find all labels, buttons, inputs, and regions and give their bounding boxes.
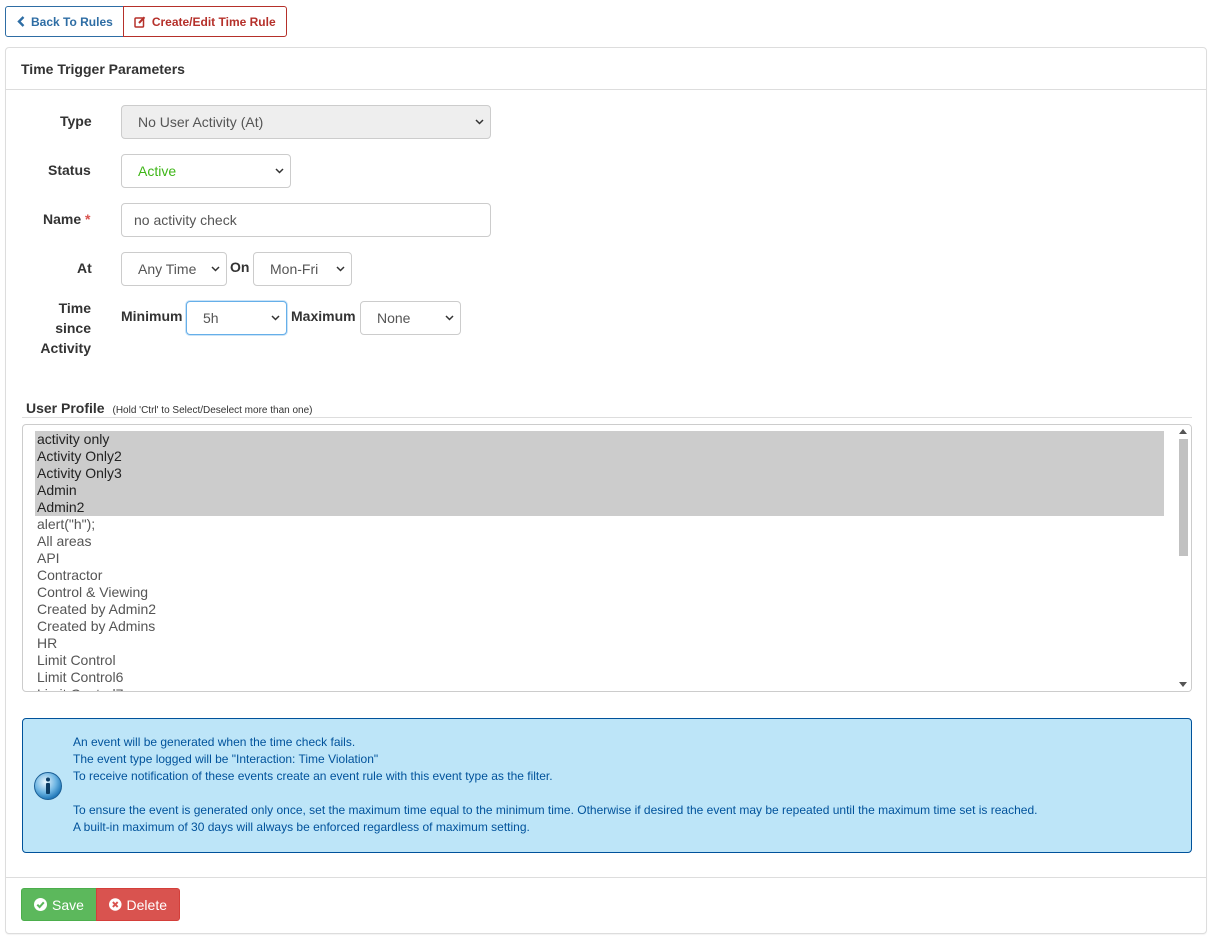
name-input-value: no activity check <box>134 212 237 228</box>
list-item[interactable]: Created by Admins <box>35 618 1164 635</box>
minimum-select[interactable]: 5h <box>186 301 287 335</box>
name-label: Name * <box>43 211 91 227</box>
chevron-down-icon <box>336 266 345 272</box>
list-item[interactable]: activity only <box>35 431 1164 448</box>
list-item[interactable]: Control & Viewing <box>35 584 1164 601</box>
divider <box>22 417 1192 418</box>
info-line <box>73 785 1037 802</box>
list-item[interactable]: All areas <box>35 533 1164 550</box>
top-toolbar: Back To Rules Create/Edit Time Rule <box>5 6 287 37</box>
list-item[interactable]: Created by Admin2 <box>35 601 1164 618</box>
chevron-down-icon <box>211 266 220 272</box>
create-edit-time-rule-button[interactable]: Create/Edit Time Rule <box>122 6 287 37</box>
check-circle-icon <box>34 898 47 911</box>
type-select[interactable]: No User Activity (At) <box>121 105 491 139</box>
list-item[interactable]: Limit Control6 <box>35 669 1164 686</box>
info-alert: An event will be generated when the time… <box>22 718 1192 853</box>
time-trigger-panel: Time Trigger Parameters Type No User Act… <box>5 47 1207 934</box>
chevron-left-icon <box>17 16 25 27</box>
info-line: An event will be generated when the time… <box>73 735 356 749</box>
type-select-value: No User Activity (At) <box>138 114 264 130</box>
times-circle-icon <box>109 898 122 911</box>
required-asterisk: * <box>85 211 91 227</box>
chevron-down-icon <box>475 119 484 125</box>
status-select-value: Active <box>138 163 177 179</box>
list-item[interactable]: Limit Control <box>35 652 1164 669</box>
chevron-down-icon <box>275 168 284 174</box>
panel-title: Time Trigger Parameters <box>6 48 1206 90</box>
time-since-activity-label: Time since Activity <box>40 300 91 356</box>
list-item[interactable]: Activity Only2 <box>35 448 1164 465</box>
status-label: Status <box>48 162 91 178</box>
scroll-down-arrow-icon[interactable] <box>1179 682 1187 687</box>
list-item[interactable]: HR <box>35 635 1164 652</box>
list-item[interactable]: API <box>35 550 1164 567</box>
listbox-scrollbar[interactable] <box>1176 425 1191 691</box>
user-profile-list: activity only Activity Only2 Activity Only… <box>23 425 1191 691</box>
chevron-down-icon <box>445 315 454 321</box>
scrollbar-thumb[interactable] <box>1179 439 1188 556</box>
user-profile-listbox[interactable]: activity only Activity Only2 Activity Only… <box>22 424 1192 692</box>
maximum-select-value: None <box>377 310 411 326</box>
user-profile-hint: (Hold 'Ctrl' to Select/Deselect more tha… <box>112 405 313 416</box>
info-line: The event type logged will be "Interacti… <box>73 752 379 766</box>
delete-button[interactable]: Delete <box>96 888 180 921</box>
chevron-down-icon <box>271 315 280 321</box>
minimum-select-value: 5h <box>203 310 219 326</box>
list-item[interactable]: Admin2 <box>35 499 1164 516</box>
user-profile-title: User Profile <box>26 400 105 416</box>
user-profile-heading: User Profile (Hold 'Ctrl' to Select/Dese… <box>26 400 1196 418</box>
create-edit-time-rule-label: Create/Edit Time Rule <box>151 14 276 29</box>
on-label: On <box>230 259 250 275</box>
save-button[interactable]: Save <box>21 888 97 921</box>
edit-icon <box>134 16 146 28</box>
info-line: To receive notification of these events … <box>73 769 553 783</box>
delete-label: Delete <box>126 896 167 913</box>
scroll-up-arrow-icon[interactable] <box>1179 429 1187 434</box>
at-label: At <box>77 260 92 276</box>
name-input[interactable]: no activity check <box>121 203 491 237</box>
list-item[interactable]: Contractor <box>35 567 1164 584</box>
list-item[interactable]: Limit Control7 <box>35 686 1164 691</box>
info-line: A built-in maximum of 30 days will alway… <box>73 820 530 834</box>
info-line: To ensure the event is generated only on… <box>73 803 1038 817</box>
footer-divider <box>6 877 1206 878</box>
maximum-label: Maximum <box>291 308 356 324</box>
status-select[interactable]: Active <box>121 154 291 188</box>
at-time-select-value: Any Time <box>138 261 197 277</box>
at-days-select[interactable]: Mon-Fri <box>253 252 352 286</box>
list-item[interactable]: alert("h"); <box>35 516 1164 533</box>
info-icon <box>34 772 62 800</box>
save-label: Save <box>52 896 84 913</box>
at-days-select-value: Mon-Fri <box>270 261 319 277</box>
back-to-rules-button[interactable]: Back To Rules <box>5 6 124 37</box>
maximum-select[interactable]: None <box>360 301 461 335</box>
info-message: An event will be generated when the time… <box>73 734 1037 836</box>
list-item[interactable]: Activity Only3 <box>35 465 1164 482</box>
minimum-label: Minimum <box>121 308 183 324</box>
type-label: Type <box>60 113 92 129</box>
back-to-rules-label: Back To Rules <box>31 14 113 29</box>
at-time-select[interactable]: Any Time <box>121 252 227 286</box>
list-item[interactable]: Admin <box>35 482 1164 499</box>
